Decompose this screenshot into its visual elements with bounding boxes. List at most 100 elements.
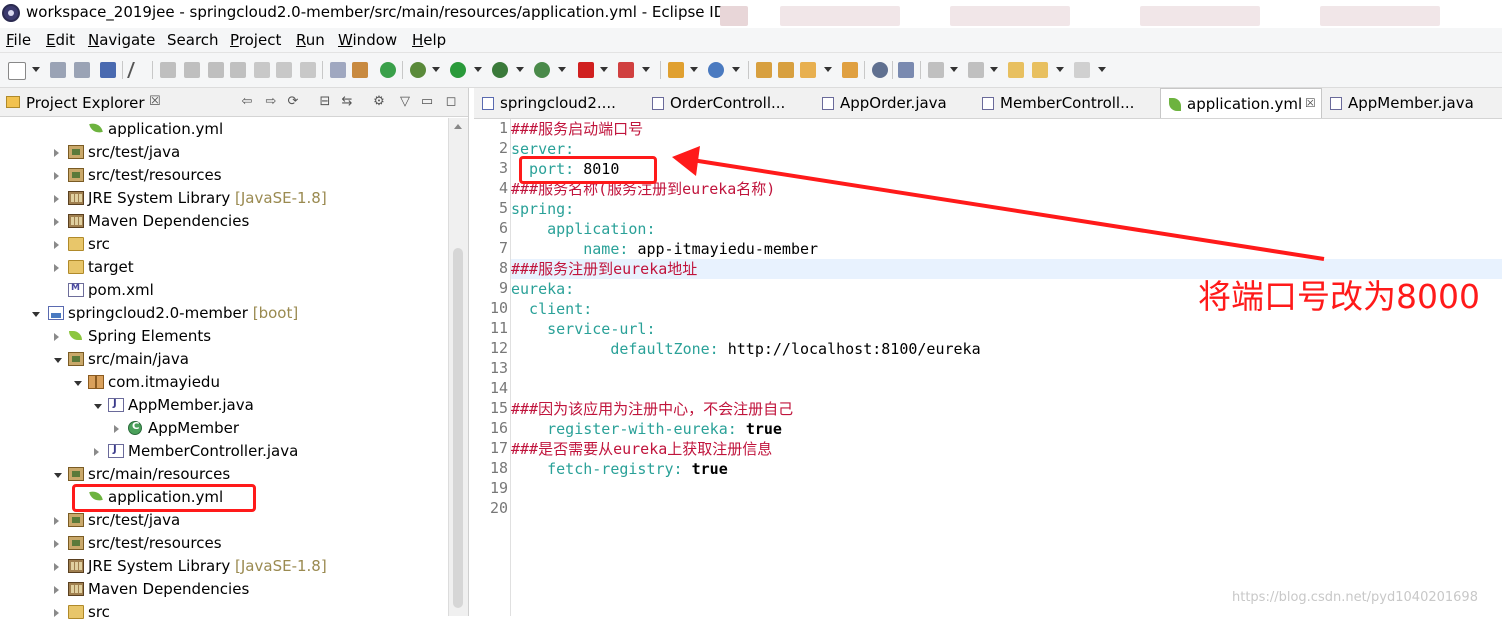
dropdown-arrow-icon[interactable] bbox=[950, 67, 958, 72]
refactor-icon[interactable] bbox=[352, 62, 368, 78]
code-line[interactable]: eureka: bbox=[511, 279, 574, 299]
code-line[interactable]: service-url: bbox=[511, 319, 655, 339]
dropdown-arrow-icon[interactable] bbox=[824, 67, 832, 72]
resume-icon[interactable] bbox=[160, 62, 176, 78]
code-line[interactable]: application: bbox=[511, 219, 655, 239]
expanded-twisty-icon[interactable] bbox=[54, 358, 62, 363]
dropdown-arrow-icon[interactable] bbox=[32, 67, 40, 72]
dropdown-arrow-icon[interactable] bbox=[432, 67, 440, 72]
tree-item[interactable]: com.itmayiedu bbox=[0, 371, 448, 394]
debug-icon[interactable] bbox=[410, 62, 426, 78]
dropdown-arrow-icon[interactable] bbox=[1056, 67, 1064, 72]
expanded-twisty-icon[interactable] bbox=[74, 381, 82, 386]
menu-item-window[interactable]: Window bbox=[338, 31, 397, 49]
last-edit-location-icon[interactable] bbox=[1008, 62, 1024, 78]
tree-item[interactable]: target bbox=[0, 256, 448, 279]
stop-icon[interactable] bbox=[578, 62, 594, 78]
tree-item[interactable]: Maven Dependencies bbox=[0, 210, 448, 233]
menu-item-run[interactable]: Run bbox=[296, 31, 325, 49]
tree-item[interactable]: JRE System Library [JavaSE-1.8] bbox=[0, 187, 448, 210]
project-explorer-title[interactable]: Project Explorer bbox=[26, 94, 145, 112]
expanded-twisty-icon[interactable] bbox=[94, 404, 102, 409]
coverage-icon[interactable] bbox=[492, 62, 508, 78]
open-resource-icon[interactable] bbox=[842, 62, 858, 78]
tree-item[interactable]: src/main/java bbox=[0, 348, 448, 371]
collapsed-twisty-icon[interactable] bbox=[54, 195, 59, 203]
collapsed-twisty-icon[interactable] bbox=[94, 448, 99, 456]
toggle-breakpoints-icon[interactable] bbox=[127, 62, 151, 78]
terminate-icon[interactable] bbox=[208, 62, 224, 78]
tree-item[interactable]: AppMember.java bbox=[0, 394, 448, 417]
tree-item[interactable]: pom.xml bbox=[0, 279, 448, 302]
maximize-icon[interactable]: ◻ bbox=[444, 95, 458, 109]
close-view-icon[interactable]: ☒ bbox=[149, 94, 161, 109]
menu-item-navigate[interactable]: Navigate bbox=[88, 31, 155, 49]
dropdown-arrow-icon[interactable] bbox=[558, 67, 566, 72]
collapsed-twisty-icon[interactable] bbox=[54, 149, 59, 157]
code-editor[interactable]: 1 2 3 4 5 6 7 8 9 10 11 12 13 14 15 16 17 18 19 20 ###服务启动端… bbox=[474, 119, 1502, 616]
spring-boot-dashboard-icon[interactable] bbox=[380, 62, 396, 78]
dropdown-arrow-icon[interactable] bbox=[1098, 67, 1106, 72]
tree-item[interactable]: src/main/resources bbox=[0, 463, 448, 486]
collapsed-twisty-icon[interactable] bbox=[54, 241, 59, 249]
new-class-icon[interactable] bbox=[708, 62, 724, 78]
editor-tab[interactable]: OrderControll... bbox=[644, 88, 814, 118]
tree-item[interactable]: src/test/resources bbox=[0, 532, 448, 555]
relaunch-icon[interactable] bbox=[618, 62, 634, 78]
tree-scrollbar[interactable] bbox=[448, 118, 468, 616]
view-menu-icon[interactable]: ▽ bbox=[398, 95, 412, 109]
expanded-twisty-icon[interactable] bbox=[32, 312, 40, 317]
save-icon[interactable] bbox=[50, 62, 66, 78]
open-type-icon[interactable] bbox=[756, 62, 772, 78]
step-return-icon[interactable] bbox=[300, 62, 316, 78]
expanded-twisty-icon[interactable] bbox=[54, 473, 62, 478]
scroll-up-icon[interactable] bbox=[454, 124, 462, 129]
tree-item[interactable]: Maven Dependencies bbox=[0, 578, 448, 601]
menu-item-search[interactable]: Search bbox=[167, 31, 219, 49]
use-step-filters-icon[interactable] bbox=[330, 62, 346, 78]
back-nav-icon[interactable]: ⇦ bbox=[240, 95, 254, 109]
editor-tab[interactable]: AppMember.java bbox=[1322, 88, 1492, 118]
new-file-icon[interactable] bbox=[8, 62, 26, 80]
code-line[interactable]: fetch-registry: true bbox=[511, 459, 728, 479]
next-annotation-icon[interactable] bbox=[928, 62, 944, 78]
tree-item[interactable]: src/test/resources bbox=[0, 164, 448, 187]
dropdown-arrow-icon[interactable] bbox=[474, 67, 482, 72]
tree-item[interactable]: src/test/java bbox=[0, 141, 448, 164]
tree-item[interactable]: Spring Elements bbox=[0, 325, 448, 348]
previous-annotation-icon[interactable] bbox=[968, 62, 984, 78]
collapsed-twisty-icon[interactable] bbox=[54, 264, 59, 272]
web-browser-icon[interactable] bbox=[872, 62, 888, 78]
code-line[interactable]: ###服务启动端口号 bbox=[511, 119, 643, 139]
dropdown-arrow-icon[interactable] bbox=[732, 67, 740, 72]
tree-item[interactable]: MemberController.java bbox=[0, 440, 448, 463]
minimize-icon[interactable]: ▭ bbox=[420, 95, 434, 109]
collapsed-twisty-icon[interactable] bbox=[54, 517, 59, 525]
collapsed-twisty-icon[interactable] bbox=[114, 425, 119, 433]
code-line[interactable]: register-with-eureka: true bbox=[511, 419, 782, 439]
collapsed-twisty-icon[interactable] bbox=[54, 218, 59, 226]
pin-editor-icon[interactable] bbox=[898, 62, 914, 78]
editor-tab[interactable]: MemberControll... bbox=[974, 88, 1158, 118]
terminal-icon[interactable] bbox=[100, 62, 116, 78]
collapsed-twisty-icon[interactable] bbox=[54, 540, 59, 548]
run-icon[interactable] bbox=[450, 62, 466, 78]
collapsed-twisty-icon[interactable] bbox=[54, 172, 59, 180]
external-tools-icon[interactable] bbox=[534, 62, 550, 78]
collapsed-twisty-icon[interactable] bbox=[54, 563, 59, 571]
tree-item[interactable]: src bbox=[0, 233, 448, 256]
tree-item[interactable]: src bbox=[0, 601, 448, 624]
code-line[interactable]: ###是否需要从eureka上获取注册信息 bbox=[511, 439, 772, 459]
dropdown-arrow-icon[interactable] bbox=[642, 67, 650, 72]
menu-item-file[interactable]: File bbox=[6, 31, 31, 49]
new-java-project-icon[interactable] bbox=[668, 62, 684, 78]
menu-item-edit[interactable]: Edit bbox=[46, 31, 75, 49]
link-editor-icon[interactable]: ⟳ bbox=[286, 95, 300, 109]
forward-nav-icon[interactable]: ⇨ bbox=[264, 95, 278, 109]
tree-item[interactable]: springcloud2.0-member [boot] bbox=[0, 302, 448, 325]
dropdown-arrow-icon[interactable] bbox=[990, 67, 998, 72]
save-all-icon[interactable] bbox=[74, 62, 90, 78]
forward-icon[interactable] bbox=[1074, 62, 1090, 78]
filters-icon[interactable]: ⚙ bbox=[372, 95, 386, 109]
step-into-icon[interactable] bbox=[254, 62, 270, 78]
